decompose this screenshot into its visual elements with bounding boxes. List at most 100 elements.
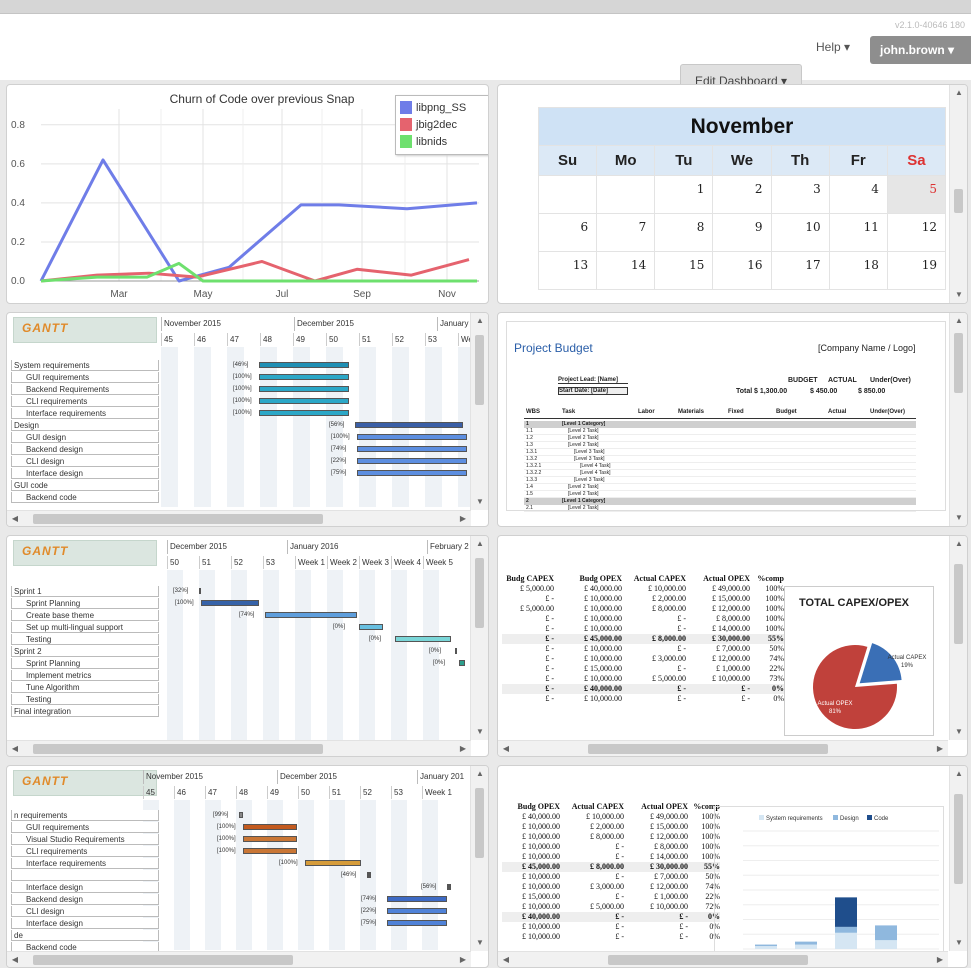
gantt-bar[interactable] [395,636,451,642]
vertical-scrollbar[interactable]: ▲ ▼ [949,536,967,740]
calendar-day[interactable]: 8 [654,213,714,252]
gantt-bar[interactable] [239,812,243,818]
vertical-scrollbar[interactable]: ▲ ▼ [949,313,967,526]
scroll-down-icon[interactable]: ▼ [471,724,488,740]
gantt-task[interactable]: Backend design [11,444,159,455]
gantt-bar[interactable] [243,836,297,842]
gantt-bar[interactable] [259,362,349,368]
gantt-bar[interactable] [357,434,467,440]
scroll-thumb[interactable] [33,514,323,524]
calendar-scrollbar[interactable]: ▲ ▼ [949,85,967,303]
gantt-task[interactable]: Create base theme [11,610,159,621]
scroll-down-icon[interactable]: ▼ [950,935,967,951]
gantt-task[interactable]: Final integration [11,706,159,717]
gantt-bar[interactable] [259,386,349,392]
scroll-thumb[interactable] [475,788,484,858]
horizontal-scrollbar[interactable]: ◀ ▶ [498,740,948,756]
gantt-task[interactable]: Sprint Planning [11,598,159,609]
gantt-task[interactable]: GUI code [11,480,159,491]
calendar-day[interactable]: 12 [886,213,947,252]
gantt-task[interactable]: Sprint 1 [11,586,159,597]
gantt-task[interactable]: System requirements [11,360,159,371]
vertical-scrollbar[interactable]: ▲ ▼ [470,313,488,510]
calendar-day[interactable]: 4 [828,175,888,214]
scroll-right-icon[interactable]: ▶ [932,741,948,756]
scroll-down-icon[interactable]: ▼ [950,510,967,526]
calendar-day[interactable]: 18 [828,251,888,290]
gantt-bar[interactable] [455,648,457,654]
calendar-day[interactable]: 16 [712,251,772,290]
gantt-task[interactable]: Sprint 2 [11,646,159,657]
gantt-bar[interactable] [259,398,349,404]
gantt-task[interactable]: Implement metrics [11,670,159,681]
gantt-bar[interactable] [243,848,297,854]
gantt-task[interactable]: GUI design [11,432,159,443]
gantt-bar[interactable] [355,422,463,428]
scroll-down-icon[interactable]: ▼ [471,935,488,951]
gantt-bar[interactable] [305,860,361,866]
gantt-task[interactable]: Interface requirements [11,858,159,869]
help-menu[interactable]: Help ▾ [816,40,850,54]
gantt-task[interactable]: Interface design [11,468,159,479]
gantt-bar[interactable] [387,920,447,926]
gantt-bar[interactable] [243,824,297,830]
gantt-task[interactable]: CLI design [11,906,159,917]
scroll-thumb[interactable] [588,744,828,754]
scroll-thumb[interactable] [608,955,808,965]
scroll-up-icon[interactable]: ▲ [471,313,488,329]
horizontal-scrollbar[interactable]: ◀ ▶ [7,510,471,526]
gantt-task[interactable]: Tune Algorithm [11,682,159,693]
gantt-task[interactable]: Interface design [11,918,159,929]
horizontal-scrollbar[interactable]: ◀ ▶ [7,740,471,756]
gantt-task[interactable]: Visual Studio Requirements [11,834,159,845]
scroll-left-icon[interactable]: ◀ [498,741,514,756]
gantt-bar[interactable] [259,410,349,416]
gantt-bar[interactable] [201,600,259,606]
calendar-day[interactable]: 1 [654,175,714,214]
calendar-day[interactable]: 17 [770,251,830,290]
gantt-task[interactable]: Sprint Planning [11,658,159,669]
scroll-down-icon[interactable]: ▼ [950,287,967,303]
calendar-day[interactable]: 15 [654,251,714,290]
calendar-day[interactable]: 19 [886,251,947,290]
gantt-task[interactable]: Testing [11,634,159,645]
gantt-task[interactable] [11,870,159,881]
horizontal-scrollbar[interactable]: ◀ ▶ [7,951,471,967]
gantt-task[interactable]: de [11,930,159,941]
calendar-day[interactable]: 3 [770,175,830,214]
calendar-day[interactable]: 11 [828,213,888,252]
calendar-day[interactable]: 6 [537,213,598,252]
vertical-scrollbar[interactable]: ▲ ▼ [470,766,488,951]
gantt-bar[interactable] [359,624,383,630]
calendar-day[interactable]: 9 [712,213,772,252]
gantt-task[interactable]: Set up multi-lingual support [11,622,159,633]
gantt-task[interactable]: GUI requirements [11,822,159,833]
scroll-thumb[interactable] [954,794,963,884]
gantt-task[interactable]: Backend design [11,894,159,905]
gantt-task[interactable]: Backend code [11,492,159,503]
gantt-task[interactable]: CLI requirements [11,846,159,857]
scroll-down-icon[interactable]: ▼ [950,724,967,740]
gantt-bar[interactable] [265,612,357,618]
scroll-right-icon[interactable]: ▶ [932,952,948,967]
gantt-task[interactable]: CLI design [11,456,159,467]
gantt-bar[interactable] [387,908,447,914]
gantt-task[interactable]: GUI requirements [11,372,159,383]
scroll-left-icon[interactable]: ◀ [498,952,514,967]
gantt-bar[interactable] [259,374,349,380]
scroll-thumb[interactable] [475,558,484,628]
scroll-left-icon[interactable]: ◀ [7,511,23,526]
gantt-task[interactable]: Interface requirements [11,408,159,419]
gantt-task[interactable]: Testing [11,694,159,705]
gantt-task[interactable]: Design [11,420,159,431]
scroll-right-icon[interactable]: ▶ [455,511,471,526]
scroll-right-icon[interactable]: ▶ [455,952,471,967]
gantt-bar[interactable] [387,896,447,902]
gantt-bar[interactable] [447,884,451,890]
calendar-day[interactable]: 7 [596,213,656,252]
calendar-day[interactable]: 10 [770,213,830,252]
scroll-up-icon[interactable]: ▲ [471,766,488,782]
gantt-bar[interactable] [367,872,371,878]
scroll-thumb[interactable] [954,564,963,644]
scroll-up-icon[interactable]: ▲ [950,766,967,782]
